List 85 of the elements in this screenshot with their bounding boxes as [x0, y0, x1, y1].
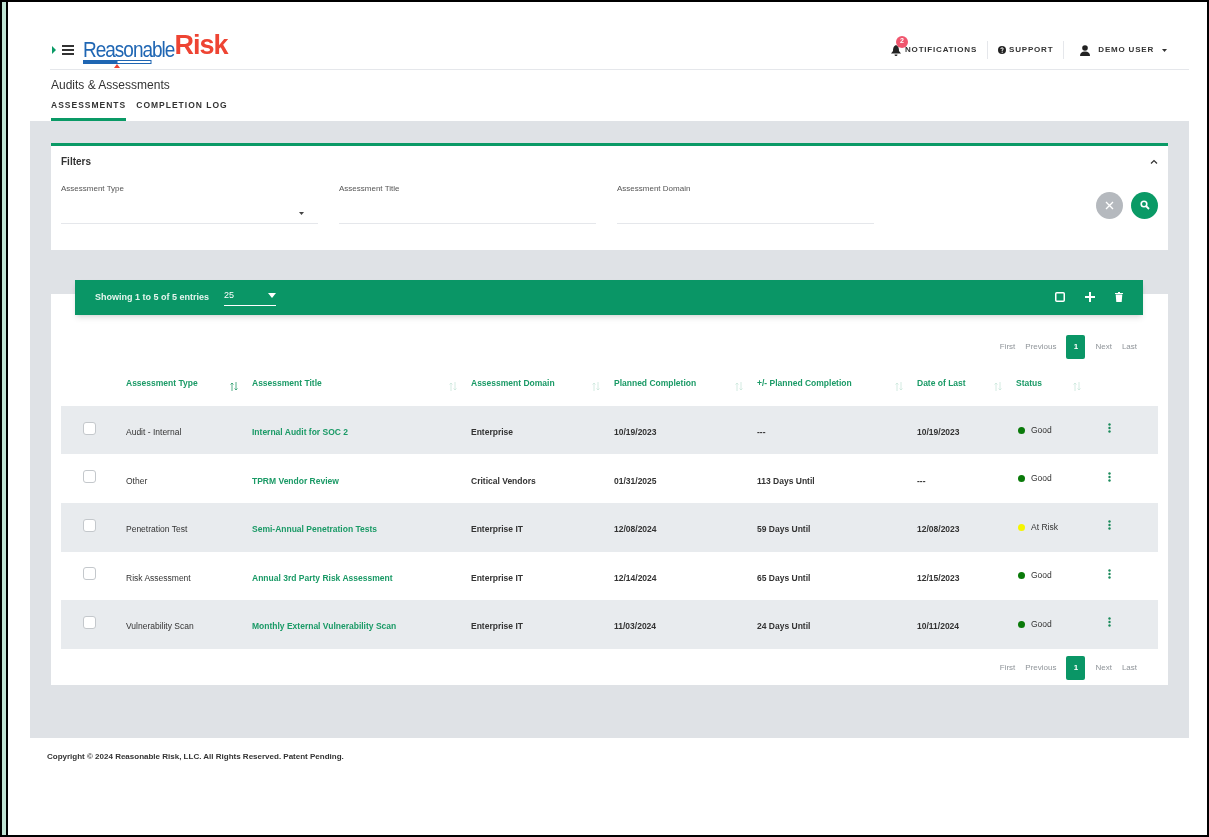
assessment-link[interactable]: Semi-Annual Penetration Tests: [252, 524, 377, 535]
input-field[interactable]: Assessment Title: [339, 182, 596, 224]
expand-arrow-icon[interactable]: [52, 46, 56, 54]
table-cell: Enterprise IT: [471, 524, 523, 535]
table-cell: Vulnerability Scan: [126, 621, 194, 632]
search-button[interactable]: [1131, 191, 1158, 219]
caret-icon: [299, 211, 304, 215]
filters-title: Filters: [61, 154, 91, 169]
trash-icon[interactable]: [1115, 292, 1123, 303]
table-cell: 12/08/2023: [917, 524, 960, 535]
support-link[interactable]: SUPPORT: [1009, 44, 1054, 56]
table-cell: 01/31/2025: [614, 475, 657, 486]
page-number-button[interactable]: 1: [1066, 655, 1086, 680]
add-icon[interactable]: [1085, 292, 1095, 303]
table-row[interactable]: Vulnerability Scan Monthly External Vulnerability Scan Enterprise IT 11/03/2024 24 Days Until 10/11/2024 Good: [61, 600, 1158, 649]
status-label: Good: [1031, 472, 1052, 485]
status-label: Good: [1031, 618, 1052, 631]
column-header[interactable]: Assessment Domain: [471, 377, 555, 391]
row-checkbox[interactable]: [83, 567, 96, 581]
close-icon: [1105, 200, 1114, 210]
entries-info: Showing 1 to 5 of 5 entries: [95, 290, 210, 304]
row-checkbox[interactable]: [83, 615, 96, 629]
table-cell: Audit - Internal: [126, 427, 182, 438]
select-field[interactable]: Assessment Type: [61, 182, 318, 224]
table-row[interactable]: Audit - Internal Internal Audit for SOC 2 Enterprise 10/19/2023 --- 10/19/2023 Good: [61, 405, 1158, 455]
menu-icon[interactable]: [62, 45, 74, 55]
table-cell: Enterprise IT: [471, 572, 523, 583]
table-cell: ---: [917, 475, 926, 486]
table-cell: Penetration Test: [126, 524, 188, 535]
table-cell: 24 Days Until: [757, 621, 811, 632]
input-field[interactable]: Assessment Domain: [617, 182, 874, 224]
table-cell: Enterprise: [471, 427, 514, 438]
select-all-icon[interactable]: [1055, 292, 1065, 303]
clear-button[interactable]: [1096, 191, 1123, 219]
column-header[interactable]: Assessment Title: [252, 377, 322, 391]
assessment-link[interactable]: TPRM Vendor Review: [252, 475, 339, 486]
assessment-link[interactable]: Annual 3rd Party Risk Assessment: [252, 572, 393, 583]
table-cell: 113 Days Until: [757, 475, 815, 486]
search-icon: [1139, 200, 1150, 211]
column-header[interactable]: Status: [1016, 377, 1042, 391]
table-cell: 65 Days Until: [757, 572, 811, 583]
table-cell: 10/19/2023: [917, 427, 960, 438]
table-cell: 10/19/2023: [614, 427, 657, 438]
column-header[interactable]: +/- Planned Completion: [757, 377, 852, 391]
copyright-text: Copyright © 2024 Reasonable Risk, LLC. All Rights Reserved. Patent Pending.: [47, 750, 345, 763]
status-label: Good: [1031, 423, 1052, 437]
table-cell: Risk Assessment: [126, 572, 191, 583]
table-cell: Other: [126, 475, 148, 486]
user-menu[interactable]: DEMO USER: [1064, 44, 1167, 56]
row-checkbox[interactable]: [83, 421, 96, 435]
page-title: Audits & Assessments: [51, 77, 171, 94]
table-cell: 12/08/2024: [614, 524, 657, 535]
table-cell: 59 Days Until: [757, 524, 811, 535]
status-label: At Risk: [1031, 520, 1058, 534]
more-options-icon[interactable]: [1108, 471, 1111, 482]
row-checkbox[interactable]: [83, 470, 96, 484]
assessment-link[interactable]: Internal Audit for SOC 2: [252, 427, 349, 438]
page-size-select[interactable]: 25: [224, 289, 277, 306]
assessment-link[interactable]: Monthly External Vulnerability Scan: [252, 621, 397, 632]
status-label: Good: [1031, 569, 1052, 583]
table-row[interactable]: Penetration Test Semi-Annual Penetration Tests Enterprise IT 12/08/2024 59 Days Until 12/08/2023 At Risk: [61, 502, 1158, 552]
row-checkbox[interactable]: [83, 518, 96, 532]
caret-icon: [268, 293, 277, 299]
collapse-chevron-icon[interactable]: [1150, 158, 1158, 164]
table-cell: 11/03/2024: [614, 621, 657, 632]
more-options-icon[interactable]: [1108, 520, 1111, 531]
page-number-button[interactable]: 1: [1066, 334, 1086, 359]
bell-icon[interactable]: [891, 44, 902, 56]
table-cell: Critical Vendors: [471, 475, 536, 486]
table-cell: Enterprise IT: [471, 621, 523, 632]
column-header[interactable]: Date of Last: [917, 377, 966, 391]
table-cell: 10/11/2024: [917, 621, 960, 632]
column-header[interactable]: Assessment Type: [126, 377, 198, 391]
sort-icon[interactable]: [230, 382, 238, 392]
more-options-icon[interactable]: [1108, 423, 1111, 434]
table-cell: 12/14/2024: [614, 572, 657, 583]
more-options-icon[interactable]: [1108, 617, 1111, 628]
tab[interactable]: COMPLETION LOG: [136, 99, 228, 121]
help-icon[interactable]: [998, 46, 1007, 54]
caret-icon: [1162, 48, 1167, 52]
table-cell: 12/15/2023: [917, 572, 960, 583]
table-cell: ---: [757, 427, 766, 438]
more-options-icon[interactable]: [1108, 568, 1111, 579]
user-icon: [1080, 44, 1091, 56]
column-header[interactable]: Planned Completion: [614, 377, 697, 391]
